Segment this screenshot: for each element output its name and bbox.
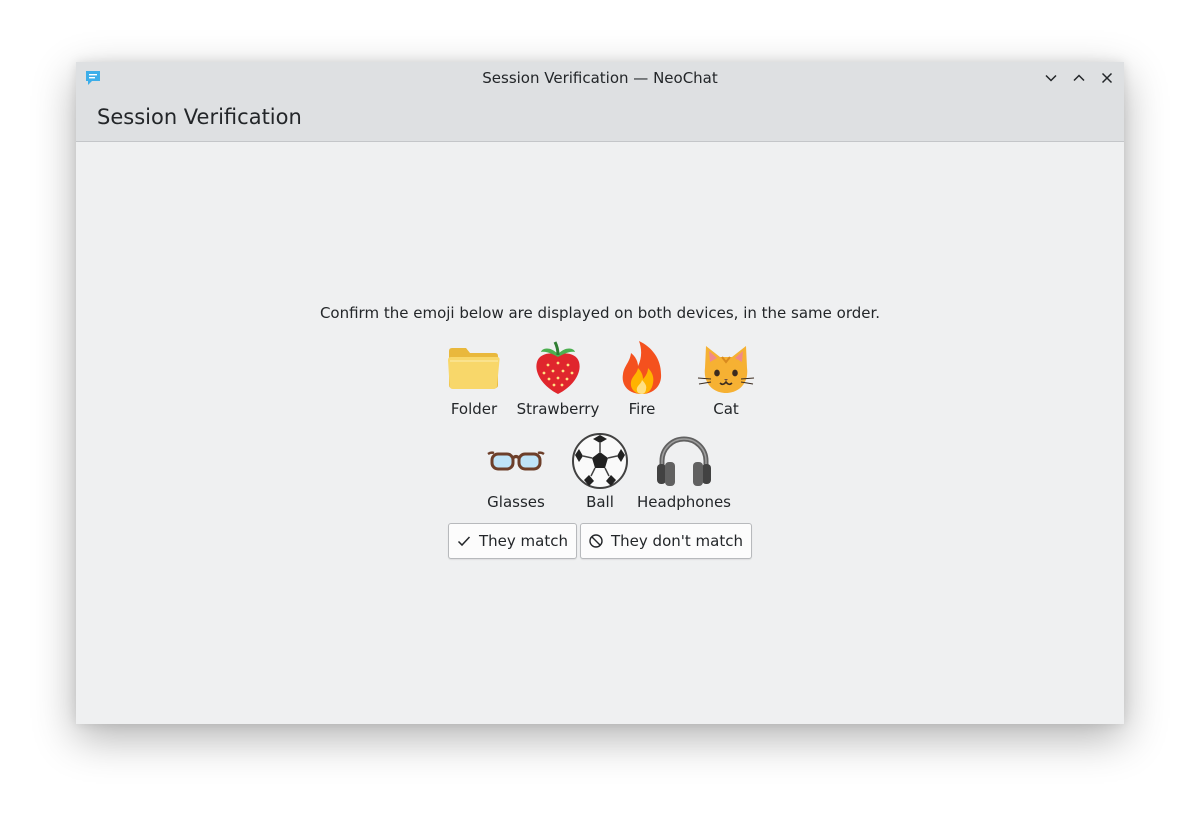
they-match-button[interactable]: They match xyxy=(448,523,577,559)
app-window: Session Verification — NeoChat Session V… xyxy=(76,62,1124,724)
emoji-item-ball: Ball xyxy=(558,431,642,511)
they-dont-match-button[interactable]: They don't match xyxy=(580,523,752,559)
cancel-icon xyxy=(589,534,603,548)
glasses-emoji xyxy=(487,451,545,471)
maximize-icon[interactable] xyxy=(1070,69,1088,87)
minimize-icon[interactable] xyxy=(1042,69,1060,87)
strawberry-emoji xyxy=(536,341,580,394)
checkmark-icon xyxy=(457,536,471,547)
headphones-emoji xyxy=(657,436,711,486)
cat-emoji xyxy=(697,346,755,393)
they-dont-match-label: They don't match xyxy=(611,532,743,550)
close-icon[interactable] xyxy=(1098,69,1116,87)
emoji-label: Strawberry xyxy=(516,400,600,418)
page-title: Session Verification xyxy=(97,105,302,129)
instructions-text: Confirm the emoji below are displayed on… xyxy=(319,304,881,322)
emoji-item-headphones: Headphones xyxy=(637,431,731,511)
emoji-row-2: Glasses Ball Headphones xyxy=(76,431,1124,511)
ball-emoji xyxy=(572,433,628,489)
page-header: Session Verification xyxy=(76,94,1124,142)
emoji-label: Glasses xyxy=(487,493,545,511)
emoji-label: Ball xyxy=(586,493,614,511)
verification-panel: Confirm the emoji below are displayed on… xyxy=(76,142,1124,724)
emoji-item-folder: Folder xyxy=(432,338,516,418)
emoji-item-strawberry: Strawberry xyxy=(516,338,600,418)
emoji-item-cat: Cat xyxy=(684,338,768,418)
emoji-label: Cat xyxy=(713,400,739,418)
title-bar[interactable]: Session Verification — NeoChat xyxy=(76,62,1124,94)
emoji-item-fire: Fire xyxy=(600,338,684,418)
window-title: Session Verification — NeoChat xyxy=(482,69,718,87)
verification-actions: They match They don't match xyxy=(76,523,1124,559)
emoji-label: Headphones xyxy=(637,493,731,511)
emoji-row-1: Folder Strawberry Fire Cat xyxy=(76,338,1124,418)
emoji-item-glasses: Glasses xyxy=(474,431,558,511)
emoji-label: Folder xyxy=(450,400,498,418)
folder-emoji xyxy=(448,348,500,389)
they-match-label: They match xyxy=(479,532,568,550)
fire-emoji xyxy=(622,341,662,394)
emoji-label: Fire xyxy=(628,400,656,418)
